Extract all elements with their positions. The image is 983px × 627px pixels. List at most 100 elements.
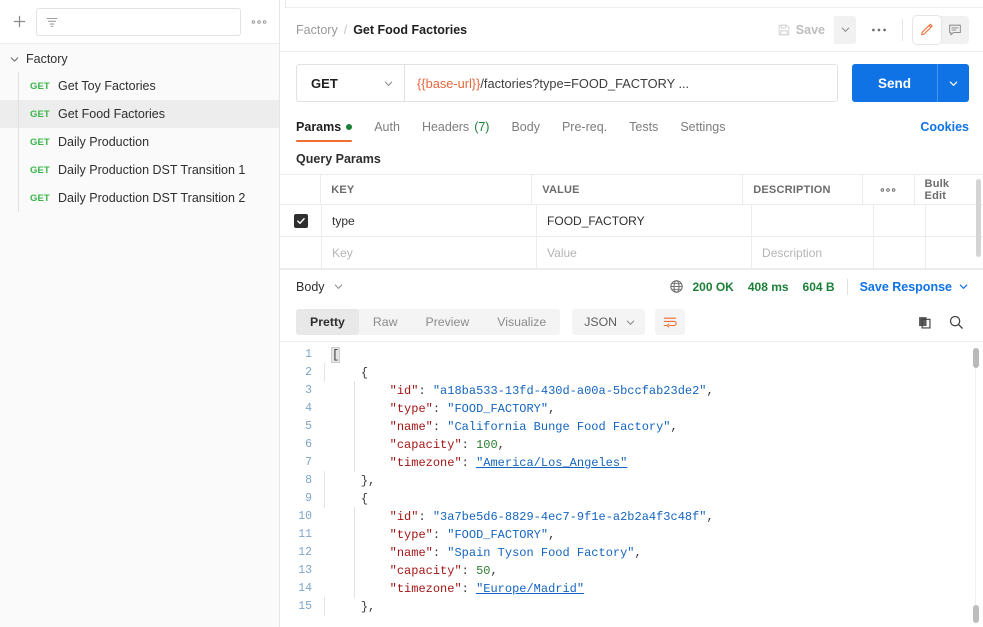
code-scroll-track xyxy=(975,364,976,605)
params-scrollbar[interactable] xyxy=(976,179,981,257)
tab-label: Headers xyxy=(421,120,470,134)
send-button[interactable]: Send xyxy=(851,64,937,102)
collection-folder-factory[interactable]: Factory xyxy=(0,46,279,72)
code-token: : xyxy=(418,510,433,524)
tab-params[interactable]: Params xyxy=(296,120,363,142)
code-line-text: [ xyxy=(324,346,341,364)
save-options-button[interactable] xyxy=(834,15,856,44)
response-body-viewer[interactable]: 1[2 {3 "id": "a18ba533-13fd-430d-a00a-5b… xyxy=(280,341,983,627)
view-tab-raw[interactable]: Raw xyxy=(359,309,412,335)
new-param-value-input[interactable]: Value xyxy=(537,237,753,268)
code-line-text: { xyxy=(324,363,368,382)
sidebar-request-daily-production-dst-2[interactable]: GET Daily Production DST Transition 2 xyxy=(0,184,279,212)
code-token: , xyxy=(497,438,505,452)
response-format-select[interactable]: JSON xyxy=(572,309,646,335)
param-description-input[interactable] xyxy=(752,205,875,236)
request-label: Get Toy Factories xyxy=(58,79,156,93)
url-input[interactable]: {{base-url}}/factories?type=FOOD_FACTORY… xyxy=(404,64,838,102)
save-response-button[interactable]: Save Response xyxy=(860,280,969,294)
request-more-button[interactable] xyxy=(866,17,892,43)
code-line-text: "capacity": 100, xyxy=(324,435,505,454)
code-token: "FOOD_FACTORY" xyxy=(447,402,549,416)
edit-mode-button[interactable] xyxy=(913,15,941,44)
select-all-cell xyxy=(280,175,322,204)
chevron-down-icon[interactable] xyxy=(6,51,22,67)
view-tab-visualize[interactable]: Visualize xyxy=(483,309,560,335)
word-wrap-icon xyxy=(663,317,677,328)
new-item-button[interactable] xyxy=(6,9,32,35)
search-response-button[interactable] xyxy=(943,309,969,335)
code-token: "3a7be5d6-8829-4ec7-9f1e-a2b2a4f3c48f" xyxy=(432,510,707,524)
line-number: 11 xyxy=(298,528,313,541)
send-options-button[interactable] xyxy=(937,64,969,102)
response-body-selector[interactable]: Body xyxy=(296,280,344,294)
tab-auth[interactable]: Auth xyxy=(363,120,411,142)
new-param-key-input[interactable]: Key xyxy=(322,237,538,268)
line-number: 12 xyxy=(298,546,313,559)
cookies-link[interactable]: Cookies xyxy=(920,120,969,142)
code-token: "name" xyxy=(389,420,433,434)
bulk-edit-button[interactable]: Bulk Edit xyxy=(915,175,983,204)
code-token: , xyxy=(634,546,642,560)
response-size: 604 B xyxy=(802,279,835,294)
code-line: 2 { xyxy=(280,363,983,382)
code-token: "type" xyxy=(389,528,433,542)
table-header-row: KEY VALUE DESCRIPTION Bulk Edit xyxy=(280,175,983,205)
tab-tests[interactable]: Tests xyxy=(618,120,669,142)
row-checkbox[interactable] xyxy=(293,213,308,228)
save-button[interactable]: Save xyxy=(768,15,834,44)
response-view-tabs: Pretty Raw Preview Visualize xyxy=(296,309,561,335)
code-token: : xyxy=(432,420,448,434)
column-header-key: KEY xyxy=(321,175,533,204)
plus-icon xyxy=(13,15,25,28)
code-line-text: "id": "a18ba533-13fd-430d-a00a-5bccfab23… xyxy=(324,381,714,400)
code-token: "id" xyxy=(389,384,419,398)
line-number: 9 xyxy=(305,492,313,505)
code-scrollbar-thumb-bottom[interactable] xyxy=(973,605,979,623)
http-method-select[interactable]: GET xyxy=(296,64,405,102)
line-number: 4 xyxy=(305,402,313,415)
tab-settings[interactable]: Settings xyxy=(669,120,736,142)
code-token: "timezone" xyxy=(389,456,462,470)
line-number: 15 xyxy=(298,600,313,613)
sidebar-request-get-food-factories[interactable]: GET Get Food Factories xyxy=(0,100,280,128)
request-section-tabs: Params Auth Headers (7) Body Pre-req. Te… xyxy=(280,112,983,142)
comments-button[interactable] xyxy=(941,16,969,44)
network-globe-button[interactable] xyxy=(669,279,684,294)
tab-headers[interactable]: Headers (7) xyxy=(411,120,501,142)
code-scrollbar-thumb[interactable] xyxy=(973,348,979,368)
sidebar-request-daily-production-dst-1[interactable]: GET Daily Production DST Transition 1 xyxy=(0,156,279,184)
page-title: Get Food Factories xyxy=(353,22,468,37)
copy-response-button[interactable] xyxy=(911,309,937,335)
view-tab-pretty[interactable]: Pretty xyxy=(296,309,359,335)
request-method-badge: GET xyxy=(30,80,50,92)
tab-pre-request[interactable]: Pre-req. xyxy=(551,120,618,142)
code-token: "id" xyxy=(389,510,419,524)
new-param-description-input[interactable]: Description xyxy=(752,237,875,268)
code-token: "name" xyxy=(389,546,433,560)
sidebar-request-daily-production[interactable]: GET Daily Production xyxy=(0,128,279,156)
param-value-input[interactable]: FOOD_FACTORY xyxy=(537,205,753,236)
sidebar-filter-input[interactable] xyxy=(36,7,242,36)
code-line-text: "name": "California Bunge Food Factory", xyxy=(324,417,678,436)
sidebar-more-button[interactable] xyxy=(247,10,271,34)
table-options-button[interactable] xyxy=(863,175,915,204)
table-row[interactable]: Key Value Description xyxy=(280,237,983,269)
breadcrumb-root[interactable]: Factory xyxy=(296,23,338,37)
table-row[interactable]: type FOOD_FACTORY xyxy=(280,205,983,237)
view-tab-preview[interactable]: Preview xyxy=(412,309,484,335)
sidebar-request-get-toy-factories[interactable]: GET Get Toy Factories xyxy=(0,72,279,100)
tab-label: Settings xyxy=(680,120,726,134)
param-key-input[interactable]: type xyxy=(322,205,538,236)
code-token: "Europe/Madrid" xyxy=(476,582,585,596)
code-token: { xyxy=(360,492,369,506)
request-method-badge: GET xyxy=(30,192,50,204)
code-token: , xyxy=(548,402,556,416)
tab-body[interactable]: Body xyxy=(500,120,551,142)
word-wrap-button[interactable] xyxy=(655,309,686,335)
